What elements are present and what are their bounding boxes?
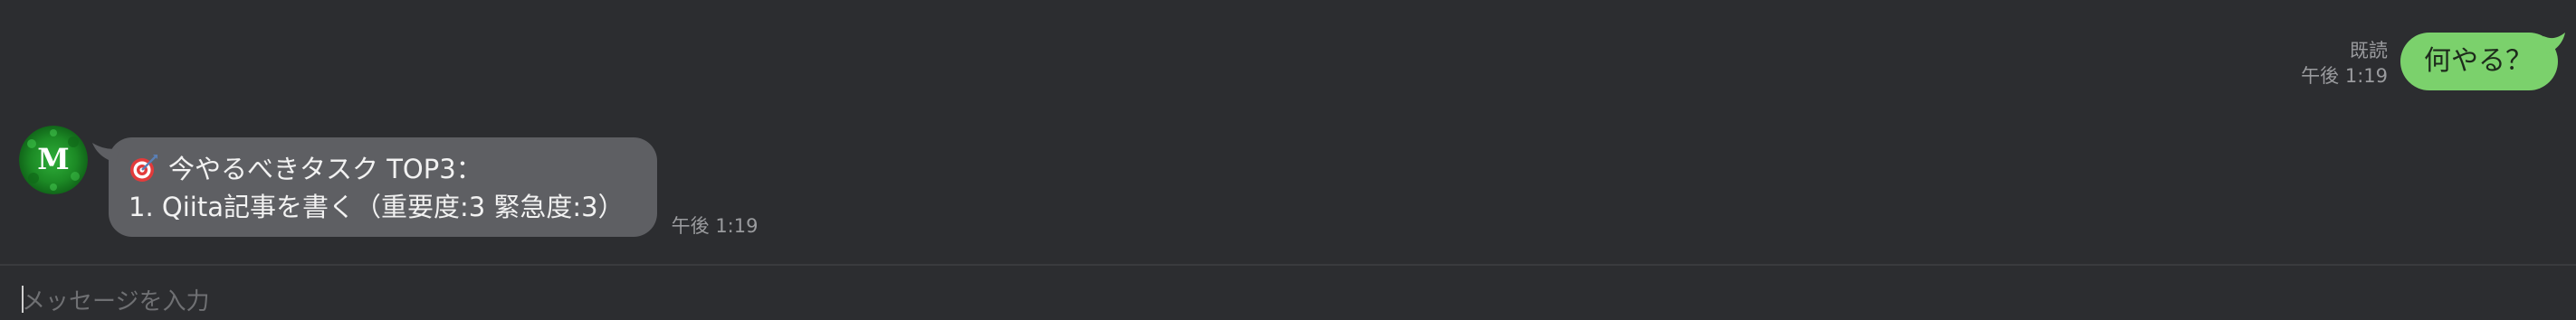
avatar-letter: M <box>37 142 69 176</box>
outgoing-meta: 既読 午後 1:19 <box>2301 38 2388 89</box>
target-icon <box>130 155 157 182</box>
message-input-bar <box>0 264 2576 320</box>
outgoing-text: 何やる？ <box>2424 45 2533 77</box>
bubble-tail-icon <box>2543 33 2565 54</box>
message-input[interactable] <box>22 284 2538 320</box>
bubble-tail-icon <box>92 143 119 163</box>
incoming-timestamp: 午後 1:19 <box>671 215 758 237</box>
incoming-message: 今やるべきタスク TOP3： 1. Qiita記事を書く（重要度:3 緊急度:3… <box>92 137 758 237</box>
bot-avatar-icon: M <box>19 126 88 194</box>
incoming-line-1: 今やるべきタスク TOP3： <box>129 150 625 188</box>
incoming-text-line-2: 1. Qiita記事を書く（重要度:3 緊急度:3） <box>129 192 625 222</box>
outgoing-message: 既読 午後 1:19 何やる？ <box>2301 33 2565 90</box>
chat-area: 既読 午後 1:19 何やる？ M 今やるべきタスク TOP3： 1. Qiit… <box>0 0 2576 264</box>
incoming-bubble[interactable]: 今やるべきタスク TOP3： 1. Qiita記事を書く（重要度:3 緊急度:3… <box>92 137 657 237</box>
outgoing-bubble[interactable]: 何やる？ <box>2400 33 2565 90</box>
outgoing-timestamp: 午後 1:19 <box>2301 65 2388 87</box>
incoming-text-line-1: 今やるべきタスク TOP3： <box>168 154 482 184</box>
avatar[interactable]: M <box>19 126 88 194</box>
read-receipt: 既読 <box>2350 40 2388 61</box>
